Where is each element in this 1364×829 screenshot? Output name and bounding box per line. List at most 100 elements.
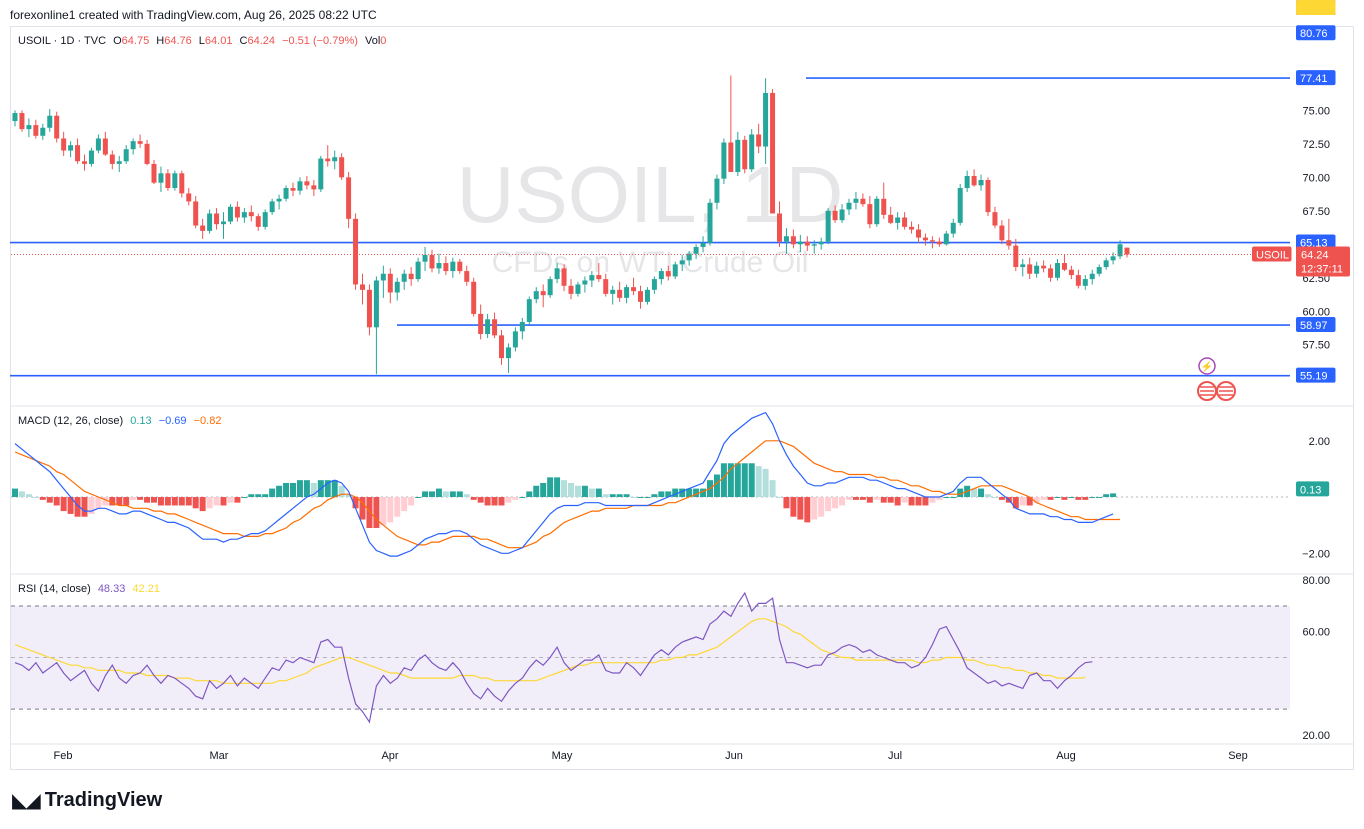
candle-body	[75, 145, 81, 162]
candle-body	[360, 284, 365, 290]
macd-hist-bar	[477, 497, 484, 503]
candle-body	[867, 204, 873, 225]
candle-body	[1103, 260, 1109, 268]
candle-body	[700, 242, 706, 247]
candle-body	[123, 149, 129, 162]
macd-hist-bar	[846, 497, 852, 500]
candle-body	[714, 178, 720, 203]
candle-body	[735, 139, 741, 172]
macd-hist-bar	[137, 497, 144, 500]
macd-hist-bar	[574, 485, 581, 498]
macd-hist-bar	[199, 497, 206, 512]
macd-hist-bar	[602, 494, 609, 498]
price-tick-label: 75.00	[1302, 105, 1330, 117]
macd-signal-value: −0.82	[193, 415, 222, 427]
macd-hist-bar	[595, 488, 602, 498]
macd-hist-bar	[220, 497, 227, 506]
macd-hist-bar	[734, 463, 741, 498]
macd-hist-bar	[1089, 497, 1096, 499]
macd-hist-bar	[880, 497, 887, 503]
macd-hist-bar	[435, 488, 442, 498]
macd-hist-bar	[1054, 497, 1061, 499]
macd-hist-bar	[303, 480, 310, 498]
candle-body	[679, 260, 685, 265]
rsi-ma-value: 42.21	[132, 583, 160, 595]
macd-hist-bar	[53, 497, 60, 506]
time-axis-label: Apr	[381, 750, 398, 762]
macd-hist-bar	[269, 488, 276, 498]
macd-hist-bar	[1068, 497, 1075, 499]
watermark-subtitle: CFDs on WTI Crude Oil	[492, 246, 809, 279]
candle-body	[763, 92, 769, 147]
macd-hist-bar	[296, 480, 303, 498]
macd-hist-bar	[171, 497, 178, 506]
macd-hist-bar	[922, 497, 929, 506]
candle-body	[207, 213, 213, 231]
candle-body	[151, 163, 157, 183]
candle-body	[610, 289, 616, 294]
candle-body	[1013, 245, 1019, 268]
price-tick-label: 70.00	[1302, 172, 1330, 184]
time-axis-label: May	[552, 750, 573, 762]
candle-body	[728, 142, 734, 172]
macd-hist-bar	[929, 497, 936, 503]
candle-body	[297, 181, 303, 191]
candle-body	[804, 241, 810, 246]
macd-hist-bar	[894, 497, 901, 506]
candle-body	[1061, 263, 1067, 270]
macd-hist-bar	[25, 494, 32, 498]
macd-hist-bar	[373, 497, 380, 528]
macd-hist-bar	[790, 497, 797, 517]
candle-body	[839, 209, 845, 221]
legend-high: H64.76	[156, 35, 192, 47]
price-tick-label: 57.50	[1302, 340, 1330, 352]
macd-hist-bar	[394, 497, 401, 517]
countdown-tag: 12:37:11	[1301, 263, 1343, 275]
macd-hist-bar	[950, 497, 957, 499]
macd-hist-bar	[151, 497, 157, 503]
candle-body	[874, 198, 880, 225]
macd-hist-bar	[283, 482, 290, 498]
macd-hist-bar	[985, 494, 991, 498]
macd-hist-bar	[783, 497, 790, 509]
macd-value-tag: 0.13	[1300, 484, 1321, 496]
candle-body	[186, 193, 192, 202]
legend-volume: Vol0	[364, 35, 387, 47]
candle-body	[47, 115, 53, 128]
macd-hist-bar	[290, 482, 296, 498]
candle-body	[964, 175, 970, 189]
candle-body	[846, 202, 852, 210]
rsi-band	[11, 605, 1290, 710]
candle-body	[492, 319, 498, 336]
macd-hist-bar	[769, 480, 776, 498]
macd-hist-bar	[46, 497, 53, 503]
tradingview-logo[interactable]: ◣◢ TradingView	[12, 788, 162, 813]
legend-close: C64.24	[239, 35, 275, 47]
candle-body	[200, 225, 206, 231]
macd-legend: MACD (12, 26, close) 0.13 −0.69 −0.82	[18, 415, 225, 427]
candle-body	[318, 158, 324, 190]
candle-body	[450, 261, 456, 272]
macd-hist-bar	[540, 482, 547, 498]
price-level-tag: 80.76	[1300, 28, 1328, 40]
candle-body	[638, 291, 643, 302]
candle-body	[1034, 265, 1040, 274]
price-tick-label: 67.50	[1302, 206, 1330, 218]
macd-signal-line	[14, 440, 1120, 549]
candle-body	[408, 273, 414, 280]
candle-body	[1048, 268, 1054, 278]
macd-hist-value: 0.13	[130, 415, 152, 427]
macd-hist-bar	[1075, 497, 1082, 500]
candle-body	[693, 246, 699, 254]
macd-hist-bar	[1082, 497, 1089, 500]
candle-body	[227, 206, 233, 222]
candle-body	[561, 268, 567, 286]
candle-body	[540, 291, 546, 296]
macd-hist-bar	[12, 488, 18, 498]
candle-body	[172, 173, 178, 189]
price-tick-label: 72.50	[1302, 139, 1330, 151]
macd-hist-bar	[526, 491, 533, 498]
candle-body	[109, 154, 115, 164]
candle-body	[193, 201, 199, 226]
rsi-tick-label: 20.00	[1302, 730, 1330, 742]
